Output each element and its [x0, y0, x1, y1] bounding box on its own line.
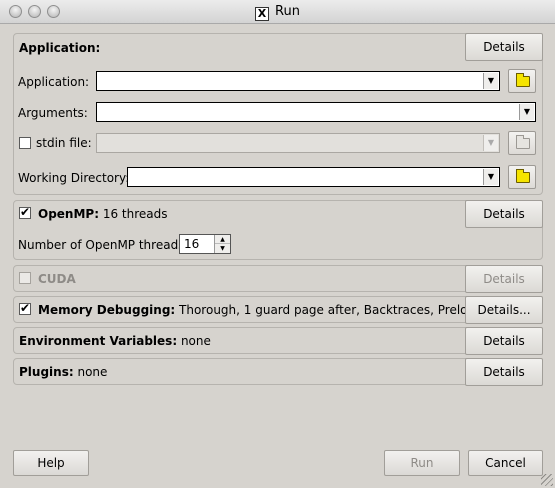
memory-debugging-summary: Memory Debugging: Thorough, 1 guard page… — [38, 303, 482, 317]
browse-working-directory-button[interactable] — [508, 165, 536, 189]
memory-debugging-label: Memory Debugging: — [38, 303, 176, 317]
arguments-combo[interactable]: ▼ — [96, 102, 536, 122]
browse-application-button[interactable] — [508, 69, 536, 93]
environment-variables-group: Environment Variables: none Details — [13, 327, 543, 355]
openmp-group-header: OpenMP: 16 threads Details — [14, 200, 543, 228]
chevron-down-icon[interactable]: ▼ — [519, 104, 534, 120]
memory-debugging-group-header: Memory Debugging: Thorough, 1 guard page… — [14, 296, 543, 324]
openmp-group: OpenMP: 16 threads Details Number of Ope… — [13, 200, 543, 260]
application-label: Application: — [18, 75, 90, 89]
plugins-summary: Plugins: none — [19, 365, 107, 379]
plugins-details-button[interactable]: Details — [465, 358, 543, 386]
openmp-threads-summary: 16 threads — [102, 207, 168, 221]
application-details-button[interactable]: Details — [465, 33, 543, 61]
working-directory-label: Working Directory: — [18, 171, 130, 185]
help-button[interactable]: Help — [13, 450, 89, 476]
openmp-details-button[interactable]: Details — [465, 200, 543, 228]
openmp-threads-spinbox[interactable]: 16 ▲ ▼ — [179, 234, 231, 254]
openmp-checkbox[interactable] — [19, 205, 31, 219]
chevron-down-icon[interactable]: ▼ — [483, 169, 498, 185]
folder-open-icon — [516, 135, 530, 149]
spin-buttons: ▲ ▼ — [214, 235, 230, 253]
run-button: Run — [384, 450, 460, 476]
cuda-checkbox[interactable] — [19, 272, 31, 284]
openmp-label: OpenMP: — [38, 207, 100, 221]
environment-variables-summary: Environment Variables: none — [19, 334, 211, 348]
title-bar: X Run — [0, 0, 555, 24]
memory-debugging-details-button[interactable]: Details... — [465, 296, 543, 324]
stdin-file-combo: ▼ — [96, 133, 500, 153]
window-title-text: Run — [275, 4, 300, 19]
working-directory-combo[interactable]: ▼ — [127, 167, 500, 187]
application-group-header: Application: Details — [14, 33, 543, 61]
folder-open-icon — [516, 169, 530, 183]
arguments-label: Arguments: — [18, 106, 88, 120]
application-group: Application: Details Application: ▼ Argu… — [13, 33, 543, 195]
chevron-down-icon[interactable]: ▼ — [483, 73, 498, 89]
memory-debugging-settings: Thorough, 1 guard page after, Backtraces… — [179, 303, 483, 317]
application-heading: Application: — [19, 41, 101, 55]
cuda-details-button: Details — [465, 265, 543, 293]
environment-variables-value: none — [180, 334, 211, 348]
arrow-up-icon[interactable]: ▲ — [215, 235, 230, 244]
resize-grip-icon[interactable] — [541, 474, 553, 486]
openmp-threads-label: Number of OpenMP threads: — [18, 238, 189, 252]
memory-debugging-group: Memory Debugging: Thorough, 1 guard page… — [13, 296, 543, 324]
window-title: X Run — [0, 4, 555, 21]
application-combo[interactable]: ▼ — [96, 71, 500, 91]
x11-app-icon: X — [255, 7, 270, 21]
environment-variables-details-button[interactable]: Details — [465, 327, 543, 355]
plugins-label: Plugins: — [19, 365, 74, 379]
stdin-file-label: stdin file: — [36, 136, 92, 150]
plugins-value: none — [77, 365, 108, 379]
openmp-summary: OpenMP: 16 threads — [38, 207, 168, 221]
arrow-down-icon[interactable]: ▼ — [215, 244, 230, 253]
folder-open-icon — [516, 73, 530, 87]
plugins-group: Plugins: none Details — [13, 358, 543, 386]
plugins-group-header: Plugins: none Details — [14, 358, 543, 386]
stdin-file-checkbox[interactable] — [19, 137, 31, 149]
cuda-group: CUDA Details — [13, 265, 543, 293]
cuda-group-header: CUDA Details — [14, 265, 543, 293]
browse-stdin-button — [508, 131, 536, 155]
openmp-threads-value: 16 — [184, 237, 200, 251]
environment-variables-group-header: Environment Variables: none Details — [14, 327, 543, 355]
cuda-label: CUDA — [38, 272, 76, 286]
memory-debugging-checkbox[interactable] — [19, 301, 31, 315]
environment-variables-label: Environment Variables: — [19, 334, 178, 348]
cancel-button[interactable]: Cancel — [468, 450, 543, 476]
chevron-down-icon: ▼ — [483, 135, 498, 151]
